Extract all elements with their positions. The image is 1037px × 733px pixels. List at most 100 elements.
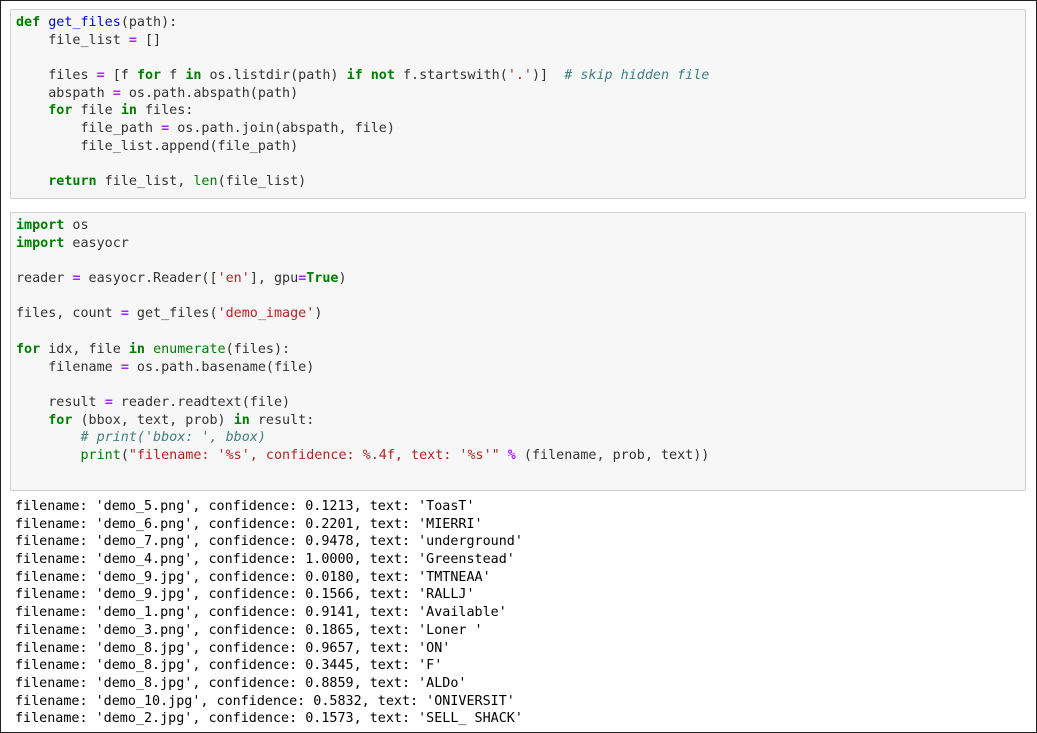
code-line: for idx, file in enumerate(files): [16,341,1025,359]
output-line: filename: 'demo_8.jpg', confidence: 0.34… [15,658,443,674]
code-line: file_list = [] [16,32,1025,50]
code-token: result [16,394,105,410]
code-line: ​ [16,252,1025,270]
code-token: f.startswith( [394,68,508,84]
code-editor[interactable]: import osimport easyocr​reader = easyocr… [11,213,1025,465]
code-token: len [193,174,218,190]
code-line: file_path = os.path.join(abspath, file) [16,120,1025,138]
cell-output: filename: 'demo_5.png', confidence: 0.12… [10,492,1026,732]
code-token: easyocr.Reader([ [80,271,218,287]
code-token: abspath [16,85,113,101]
code-line: reader = easyocr.Reader(['en'], gpu=True… [16,270,1025,288]
code-line: ​ [16,49,1025,67]
code-token: # skip hidden file [564,68,710,84]
code-token: os.path.abspath(path) [120,85,299,101]
code-token: for [136,68,162,84]
output-line: filename: 'demo_7.png', confidence: 0.94… [15,534,523,550]
code-token: reader [16,271,73,287]
output-line: filename: 'demo_10.jpg', confidence: 0.5… [15,693,515,709]
code-token: file_list [16,32,129,48]
code-token: return [48,174,97,190]
code-token: import [16,235,65,251]
code-cell-easyocr[interactable]: import osimport easyocr​reader = easyocr… [10,212,1026,491]
code-token: "filename: '%s', confidence: %.4f, text:… [128,447,500,463]
code-token: files: [136,103,194,119]
notebook-view: def get_files(path): file_list = []​ fil… [0,0,1037,733]
code-token: 'demo_image' [217,306,315,322]
code-token: get_files( [128,306,218,322]
code-token: = [112,85,121,101]
code-token: [f [104,68,137,84]
code-cell-get-files[interactable]: def get_files(path): file_list = []​ fil… [10,9,1026,199]
code-token: [] [136,32,162,48]
code-line: files, count = get_files('demo_image') [16,305,1025,323]
code-token: if [346,68,363,84]
code-token: in [128,341,145,357]
code-line: def get_files(path): [16,14,1025,32]
code-token: in [185,68,202,84]
code-token: os.listdir(path) [201,68,347,84]
code-token: = [161,121,170,137]
code-token: for [48,412,73,428]
code-token: filename [16,359,121,375]
output-line: filename: 'demo_8.jpg', confidence: 0.88… [15,675,467,691]
code-token: ) [338,271,347,287]
code-token: easyocr [64,235,129,251]
code-token: = [104,394,113,410]
code-line: for (bbox, text, prob) in result: [16,412,1025,430]
code-token: in [233,412,250,428]
output-text: filename: 'demo_5.png', confidence: 0.12… [10,492,1026,728]
code-token: result: [249,412,315,428]
code-token: (path): [120,15,178,30]
code-token: get_files [48,15,121,30]
code-line: import easyocr [16,235,1025,253]
code-editor[interactable]: def get_files(path): file_list = []​ fil… [11,10,1025,191]
code-token: = [72,271,81,287]
code-token: (bbox, text, prob) [72,412,234,428]
output-line: filename: 'demo_6.png', confidence: 0.22… [15,516,483,532]
code-token: 'en' [217,271,250,287]
output-line: filename: 'demo_9.jpg', confidence: 0.01… [15,569,491,585]
code-token: def [16,15,41,30]
code-token: file_list.append(file_path) [16,138,299,154]
code-token: print [80,447,121,463]
code-token: file_list, [96,174,194,190]
output-line: filename: 'demo_2.jpg', confidence: 0.15… [15,711,523,727]
output-line: filename: 'demo_5.png', confidence: 0.12… [15,499,475,514]
code-token: file [72,103,121,119]
code-token: os [64,218,89,233]
code-line: filename = os.path.basename(file) [16,359,1025,377]
output-line: filename: 'demo_9.jpg', confidence: 0.15… [15,587,475,603]
code-token: not [370,68,395,84]
code-token: = [96,68,105,84]
code-token: os.path.join(abspath, file) [169,121,395,137]
code-token: f [161,68,186,84]
code-token: import [16,218,65,233]
code-line: abspath = os.path.abspath(path) [16,85,1025,103]
code-token: ) [314,306,323,322]
code-line: ​ [16,376,1025,394]
code-line: for file in files: [16,102,1025,120]
code-token: # print('bbox: ', bbox) [80,430,266,446]
output-line: filename: 'demo_3.png', confidence: 0.18… [15,622,483,638]
code-token: '.' [507,68,532,84]
code-line: ​ [16,156,1025,174]
code-line: import os [16,217,1025,235]
output-line: filename: 'demo_8.jpg', confidence: 0.96… [15,640,451,656]
code-token: files [16,68,97,84]
code-token: (filename, prob, text)) [515,447,710,463]
code-line: ​ [16,323,1025,341]
code-token: = [128,32,137,48]
code-token: files, count [16,306,121,322]
code-token: (files): [225,341,291,357]
code-token: idx, file [40,341,129,357]
output-line: filename: 'demo_4.png', confidence: 1.00… [15,552,515,568]
code-token: True [306,271,339,287]
